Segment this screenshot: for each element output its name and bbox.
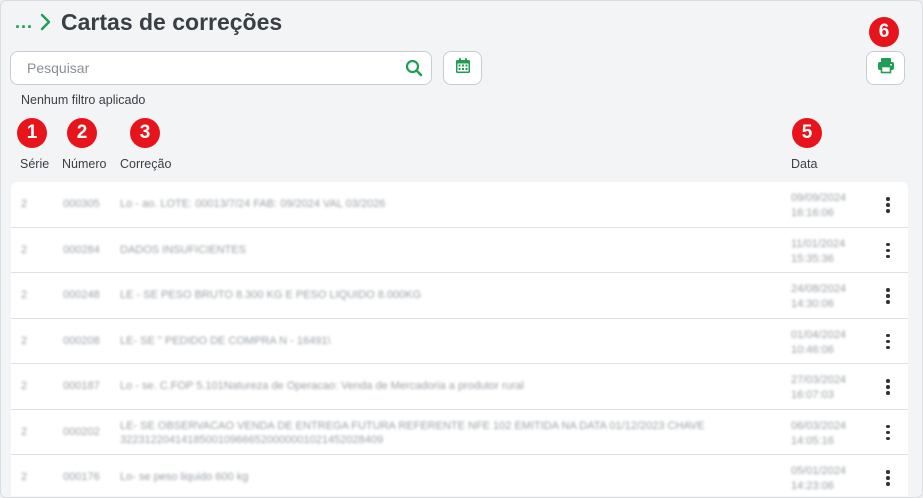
cell-time: 14:30:06 bbox=[791, 298, 834, 310]
cell-correcao: LE- SE OBSERVACAO VENDA DE ENTREGA FUTUR… bbox=[120, 419, 705, 446]
cell-date: 06/03/2024 bbox=[791, 419, 847, 432]
cell-date: 24/08/2024 bbox=[791, 283, 847, 295]
search-input[interactable] bbox=[11, 52, 397, 84]
corrections-table: 2 000305 Lo - ao. LOTE: 00013/7/24 FAB: … bbox=[11, 182, 908, 496]
kebab-menu-icon[interactable] bbox=[879, 331, 897, 353]
cell-serie: 2 bbox=[21, 334, 28, 347]
cell-numero: 000208 bbox=[63, 334, 100, 347]
cell-date: 09/09/2024 bbox=[791, 192, 847, 204]
cell-time: 16:16:06 bbox=[791, 207, 834, 219]
cell-serie: 2 bbox=[21, 243, 28, 256]
cell-correcao: Lo - ao. LOTE: 00013/7/24 FAB: 09/2024 V… bbox=[120, 198, 386, 210]
kebab-menu-icon[interactable] bbox=[879, 376, 897, 398]
filter-status: Nenhum filtro aplicado bbox=[21, 93, 146, 107]
table-row[interactable]: 2 000208 LE- SE " PEDIDO DE COMPRA N - 1… bbox=[11, 318, 908, 364]
search-box bbox=[10, 51, 432, 85]
table-row[interactable]: 2 000176 Lo- se peso liquido 600 kg 05/0… bbox=[11, 455, 908, 496]
print-button[interactable] bbox=[866, 51, 905, 85]
table-row[interactable]: 2 000284 DADOS INSUFICIENTES 11/01/2024 1… bbox=[11, 227, 908, 273]
column-header-serie[interactable]: Série bbox=[20, 157, 49, 171]
search-icon[interactable] bbox=[397, 51, 431, 85]
table-row[interactable]: 2 000187 Lo - se. C.FOP 5.101Natureza de… bbox=[11, 364, 908, 410]
cell-numero: 000176 bbox=[63, 471, 100, 483]
column-header-numero[interactable]: Número bbox=[62, 157, 106, 171]
cell-serie: 2 bbox=[21, 425, 28, 438]
cell-time: 16:07:03 bbox=[791, 389, 834, 401]
cell-correcao: LE - SE PESO BRUTO 8.300 KG E PESO LIQUI… bbox=[120, 289, 422, 301]
table-row[interactable]: 2 000202 LE- SE OBSERVACAO VENDA DE ENTR… bbox=[11, 409, 908, 455]
cell-data: 06/03/2024 14:05:16 bbox=[791, 419, 846, 449]
annotation-badge-1: 1 bbox=[17, 118, 47, 148]
cell-data: 05/01/2024 14:23:06 bbox=[791, 464, 846, 494]
cell-correcao: Lo - se. C.FOP 5.101Natureza de Operacao… bbox=[120, 380, 524, 392]
column-header-data[interactable]: Data bbox=[791, 157, 817, 171]
column-header-correcao[interactable]: Correção bbox=[120, 157, 171, 171]
cell-numero: 000202 bbox=[63, 425, 100, 438]
cell-correcao: DADOS INSUFICIENTES bbox=[120, 243, 246, 256]
cell-serie: 2 bbox=[21, 289, 28, 301]
page-title: Cartas de correções bbox=[61, 8, 283, 35]
kebab-menu-icon[interactable] bbox=[879, 240, 897, 262]
cell-time: 15:35:36 bbox=[791, 252, 834, 265]
cell-numero: 000248 bbox=[63, 289, 100, 301]
cell-correcao: LE- SE " PEDIDO DE COMPRA N - 16491\ bbox=[120, 334, 331, 347]
cell-serie: 2 bbox=[21, 198, 28, 210]
annotation-badge-3: 3 bbox=[130, 118, 160, 148]
annotation-badge-5: 5 bbox=[792, 118, 822, 148]
calendar-filter-button[interactable] bbox=[443, 51, 482, 85]
page-frame: ... Cartas de correções Pesquisar Nenhum… bbox=[0, 0, 923, 498]
cell-data: 09/09/2024 16:16:06 bbox=[791, 191, 846, 221]
chevron-right-icon bbox=[39, 12, 53, 32]
cell-date: 05/01/2024 bbox=[791, 465, 847, 477]
annotation-badge-2: 2 bbox=[67, 118, 97, 148]
breadcrumb: ... Cartas de correções bbox=[15, 7, 282, 37]
kebab-menu-icon[interactable] bbox=[879, 285, 897, 307]
cell-time: 10:46:06 bbox=[791, 343, 834, 356]
kebab-menu-icon[interactable] bbox=[879, 422, 897, 444]
cell-date: 27/03/2024 bbox=[791, 374, 847, 386]
cell-data: 24/08/2024 14:30:06 bbox=[791, 282, 846, 312]
cell-numero: 000284 bbox=[63, 243, 100, 256]
kebab-menu-icon[interactable] bbox=[879, 194, 897, 216]
cell-data: 11/01/2024 15:35:36 bbox=[791, 237, 845, 267]
cell-serie: 2 bbox=[21, 380, 28, 392]
kebab-menu-icon[interactable] bbox=[879, 467, 897, 489]
cell-date: 01/04/2024 bbox=[791, 328, 847, 341]
printer-icon bbox=[877, 57, 895, 79]
table-row[interactable]: 2 000248 LE - SE PESO BRUTO 8.300 KG E P… bbox=[11, 273, 908, 319]
calendar-icon bbox=[455, 57, 471, 79]
table-row[interactable]: 2 000305 Lo - ao. LOTE: 00013/7/24 FAB: … bbox=[11, 182, 908, 228]
breadcrumb-back-link[interactable]: ... bbox=[15, 12, 33, 33]
cell-correcao: Lo- se peso liquido 600 kg bbox=[120, 471, 249, 483]
cell-date: 11/01/2024 bbox=[791, 237, 846, 250]
cell-numero: 000187 bbox=[63, 380, 100, 392]
cell-time: 14:23:06 bbox=[791, 480, 834, 492]
cell-data: 01/04/2024 10:46:06 bbox=[791, 328, 846, 358]
annotation-badge-6: 6 bbox=[869, 17, 899, 47]
cell-time: 14:05:16 bbox=[791, 434, 834, 447]
cell-serie: 2 bbox=[21, 471, 28, 483]
cell-numero: 000305 bbox=[63, 198, 100, 210]
cell-data: 27/03/2024 16:07:03 bbox=[791, 373, 846, 403]
